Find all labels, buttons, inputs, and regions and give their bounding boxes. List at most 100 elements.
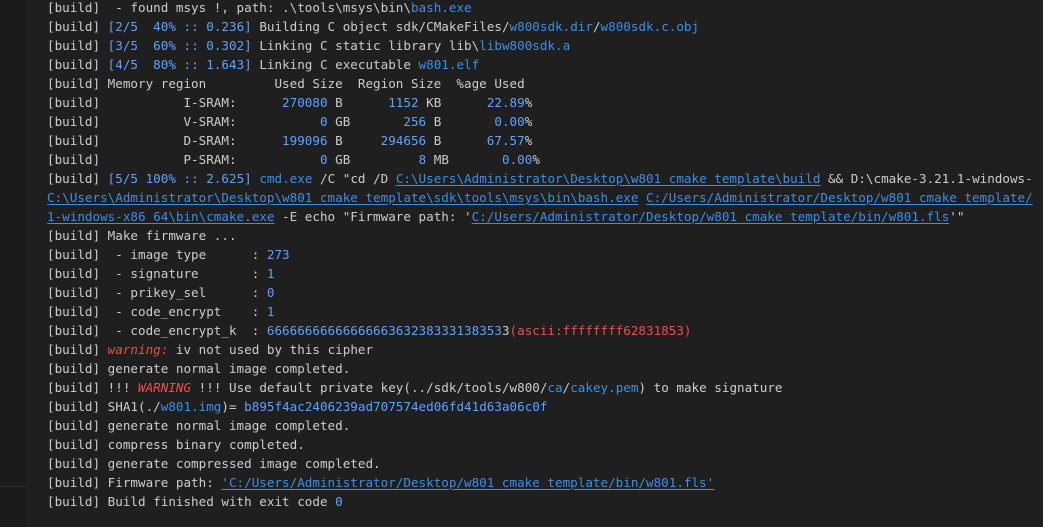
output-text: [build] I-SRAM: bbox=[47, 95, 283, 110]
output-text: [build] - image type : bbox=[47, 247, 267, 262]
output-line: 1-windows-x86_64\bin\cmake.exe -E echo "… bbox=[47, 207, 1043, 226]
output-text: % bbox=[524, 133, 533, 148]
filename-text: ca bbox=[547, 380, 563, 395]
output-text: [build] - signature : bbox=[47, 266, 267, 281]
output-line: [build] generate normal image completed. bbox=[47, 359, 1043, 378]
output-line: [build] compress binary completed. bbox=[47, 435, 1043, 454]
output-text: [build] bbox=[47, 342, 108, 357]
output-text: % bbox=[532, 152, 540, 167]
filename-text: bash.exe bbox=[410, 0, 472, 15]
output-text: / bbox=[592, 19, 601, 34]
output-text: [build] - code_encrypt : bbox=[47, 304, 267, 319]
output-text: MB bbox=[426, 152, 502, 167]
output-text: [build] SHA1(./ bbox=[47, 399, 161, 414]
file-path-link[interactable]: C:/Users/Administrator/Desktop/w801_cmak… bbox=[472, 209, 950, 224]
output-text: /C "cd /D bbox=[312, 171, 396, 186]
output-text: [build] generate compressed image comple… bbox=[47, 456, 381, 471]
warning-text: WARNING bbox=[138, 380, 192, 395]
output-text: [build] generate normal image completed. bbox=[47, 418, 351, 433]
value-text: b895f4ac2406239ad707574ed06fd41d63a06c0f bbox=[244, 399, 548, 414]
output-line: [build] - code_encrypt_k : 6666666666666… bbox=[47, 321, 1043, 340]
side-divider bbox=[0, 486, 26, 487]
side-panel bbox=[0, 0, 26, 527]
value-text: 0 bbox=[266, 285, 275, 300]
output-text: )= bbox=[221, 399, 245, 414]
file-path-link[interactable]: C:\Users\Administrator\Desktop\w801_cmak… bbox=[396, 171, 821, 186]
value-text: 0.00 bbox=[494, 114, 525, 129]
output-text: [build] Memory region Used Size Region S… bbox=[47, 76, 525, 91]
output-text: GB bbox=[327, 114, 404, 129]
value-text: [2/5 40% :: 0.236] bbox=[107, 19, 252, 34]
value-text: 1 bbox=[266, 304, 275, 319]
filename-text: w801.img bbox=[160, 399, 222, 414]
output-text: GB bbox=[327, 152, 419, 167]
value-text: 22.89 bbox=[486, 95, 525, 110]
output-line: [build] Memory region Used Size Region S… bbox=[47, 74, 1043, 93]
filename-text: w801.elf bbox=[418, 57, 480, 72]
output-text: '" bbox=[949, 209, 965, 224]
output-text: [build] - code_encrypt_k : bbox=[47, 323, 267, 338]
value-text: 6666666666666666363238333138353 bbox=[266, 323, 502, 338]
output-text: [build] - prikey_sel : bbox=[47, 285, 267, 300]
output-text: 3 bbox=[501, 323, 510, 338]
output-line: [build] I-SRAM: 270080 B 1152 KB 22.89% bbox=[47, 93, 1043, 112]
output-text: B bbox=[327, 95, 389, 110]
output-line: [build] [2/5 40% :: 0.236] Building C ob… bbox=[47, 17, 1043, 36]
output-text: % bbox=[524, 95, 533, 110]
output-text: [build] Firmware path: bbox=[47, 475, 222, 490]
output-text: KB bbox=[418, 95, 487, 110]
output-line: [build] SHA1(./w801.img)= b895f4ac240623… bbox=[47, 397, 1043, 416]
output-line: C:\Users\Administrator\Desktop\w801_cmak… bbox=[47, 188, 1043, 207]
output-text: B bbox=[426, 133, 487, 148]
value-text: 0 bbox=[319, 114, 328, 129]
output-text: [build] generate normal image completed. bbox=[47, 361, 351, 376]
output-text: [build] bbox=[47, 57, 108, 72]
output-text: [build] bbox=[47, 38, 108, 53]
value-text: 256 bbox=[403, 114, 427, 129]
output-text: !!! Use default private key(../sdk/tools… bbox=[191, 380, 548, 395]
output-text: B bbox=[426, 114, 495, 129]
output-line: [build] [4/5 80% :: 1.643] Linking C exe… bbox=[47, 55, 1043, 74]
value-text: 1152 bbox=[388, 95, 419, 110]
output-line: [build] - found msys !, path: .\tools\ms… bbox=[47, 0, 1043, 17]
file-path-link[interactable]: C:/Users/Administrator/Desktop/w801_cmak… bbox=[646, 190, 1033, 205]
warning-text: (ascii:ffffffff62831853) bbox=[509, 323, 692, 338]
value-text: 270080 bbox=[282, 95, 328, 110]
output-text: [build] Make firmware ... bbox=[47, 228, 237, 243]
value-text: 0.00 bbox=[501, 152, 533, 167]
output-text: [build] - found msys !, path: .\tools\ms… bbox=[47, 0, 411, 15]
file-path-link[interactable]: 1-windows-x86_64\bin\cmake.exe bbox=[47, 209, 274, 224]
file-path-link[interactable]: C:\Users\Administrator\Desktop\w801_cmak… bbox=[47, 190, 638, 205]
output-text: -E echo "Firmware path: ' bbox=[274, 209, 472, 224]
filename-text: w800sdk.c.obj bbox=[600, 19, 700, 34]
file-path-link[interactable]: 'C:/Users/Administrator/Desktop/w801_cma… bbox=[221, 475, 714, 490]
value-text: [4/5 80% :: 1.643] bbox=[107, 57, 252, 72]
output-text: [build] D-SRAM: bbox=[47, 133, 283, 148]
output-line: [build] generate compressed image comple… bbox=[47, 454, 1043, 473]
output-line: [build] !!! WARNING !!! Use default priv… bbox=[47, 378, 1043, 397]
output-line: [build] P-SRAM: 0 GB 8 MB 0.00% bbox=[47, 150, 1043, 169]
output-line: [build] Firmware path: 'C:/Users/Adminis… bbox=[47, 473, 1043, 492]
output-text: iv not used by this cipher bbox=[168, 342, 374, 357]
output-line: [build] Build finished with exit code 0 bbox=[47, 492, 1043, 511]
output-text: % bbox=[524, 114, 533, 129]
output-text: [build] bbox=[47, 19, 108, 34]
value-text: 0 bbox=[319, 152, 328, 167]
output-line: [build] - code_encrypt : 1 bbox=[47, 302, 1043, 321]
output-text: ) to make signature bbox=[638, 380, 783, 395]
output-terminal[interactable]: [build] - found msys !, path: .\tools\ms… bbox=[47, 0, 1043, 527]
output-text: Linking C executable bbox=[251, 57, 419, 72]
value-text: 273 bbox=[266, 247, 290, 262]
output-line: [build] D-SRAM: 199096 B 294656 B 67.57% bbox=[47, 131, 1043, 150]
output-text: [build] P-SRAM: bbox=[47, 152, 320, 167]
output-text: Building C object sdk/CMakeFiles/ bbox=[251, 19, 510, 34]
warning-text: warning: bbox=[107, 342, 169, 357]
output-text: [build] bbox=[47, 171, 108, 186]
value-text: 1 bbox=[266, 266, 275, 281]
output-text: [build] !!! bbox=[47, 380, 138, 395]
filename-text: cakey.pem bbox=[570, 380, 639, 395]
output-text: [build] compress binary completed. bbox=[47, 437, 305, 452]
output-line: [build] - signature : 1 bbox=[47, 264, 1043, 283]
value-text: 294656 bbox=[380, 133, 427, 148]
